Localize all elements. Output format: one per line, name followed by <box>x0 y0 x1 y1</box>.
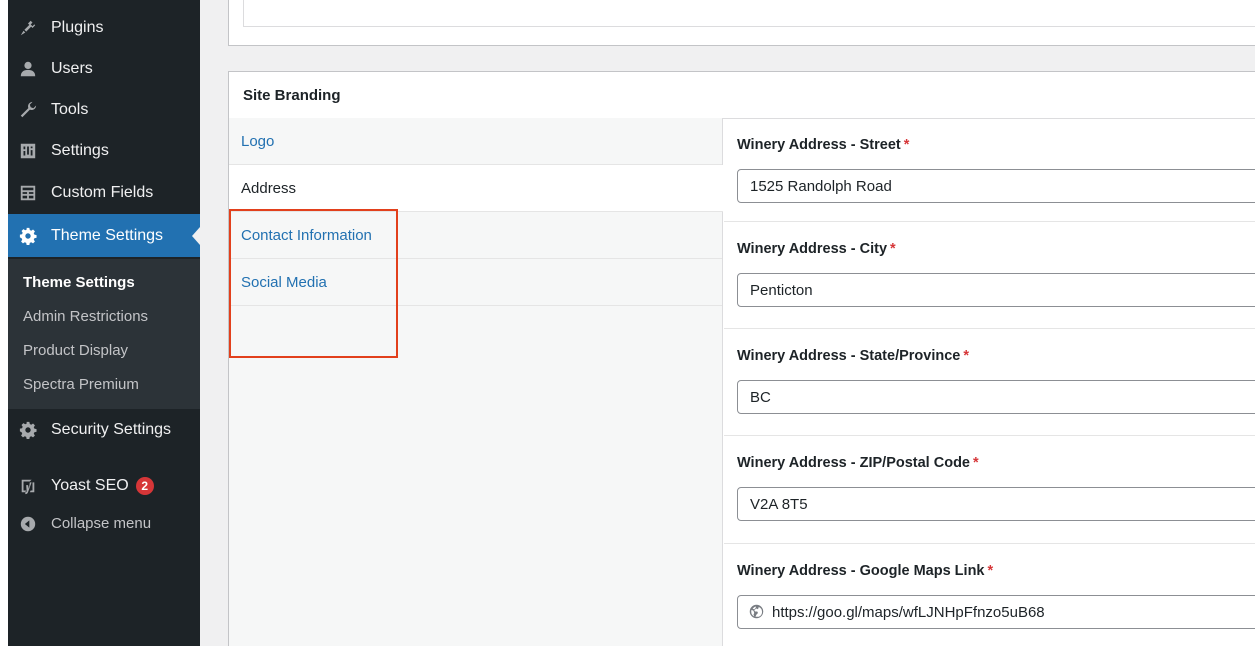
field-label: Winery Address - Google Maps Link * <box>737 563 994 579</box>
zip-input[interactable] <box>737 487 1255 521</box>
required-asterisk: * <box>903 137 910 153</box>
sidebar-item-label: Theme Settings <box>51 226 164 244</box>
field-label: Winery Address - State/Province * <box>737 348 970 364</box>
field-label: Winery Address - City * <box>737 241 896 257</box>
tab-social-media[interactable]: Social Media <box>229 259 722 306</box>
field-label: Winery Address - Street * <box>737 137 910 153</box>
submenu-item-spectra-premium[interactable]: Spectra Premium <box>8 373 200 407</box>
sidebar-item-label: Custom Fields <box>51 183 154 201</box>
sidebar-item-label: Tools <box>51 100 89 118</box>
sidebar-item-plugins[interactable]: Plugins <box>8 7 200 48</box>
field-google-maps-link: Winery Address - Google Maps Link * <box>724 544 1255 646</box>
sidebar-item-label: Settings <box>51 141 109 159</box>
branding-tabs: Logo Address Contact Information Social … <box>229 118 723 646</box>
google-maps-link-input[interactable] <box>737 595 1255 629</box>
sidebar-item-label: Collapse menu <box>51 515 152 532</box>
field-street: Winery Address - Street * <box>724 118 1255 222</box>
tab-address[interactable]: Address <box>229 165 723 212</box>
collapse-menu-button[interactable]: Collapse menu <box>8 503 200 544</box>
city-input[interactable] <box>737 273 1255 307</box>
site-branding-panel: Site Branding Logo Address Contact Infor… <box>228 71 1255 646</box>
gear-icon <box>18 420 38 440</box>
wrench-icon <box>18 100 38 120</box>
panel-title: Site Branding <box>229 72 1255 119</box>
window-edge <box>0 0 8 646</box>
theme-settings-submenu: Theme Settings Admin Restrictions Produc… <box>8 259 200 409</box>
plugin-icon <box>18 18 38 38</box>
sidebar-item-label: Users <box>51 59 93 77</box>
sidebar-item-label: Yoast SEO <box>51 476 129 494</box>
submenu-item-product-display[interactable]: Product Display <box>8 339 200 373</box>
field-state: Winery Address - State/Province * <box>724 329 1255 436</box>
sidebar-item-theme-settings[interactable]: Theme Settings <box>8 214 200 257</box>
sidebar-item-label: Security Settings <box>51 420 172 438</box>
tab-contact-information[interactable]: Contact Information <box>229 212 722 259</box>
url-field-wrapper <box>737 595 1255 629</box>
gear-icon <box>18 226 38 246</box>
users-icon <box>18 59 38 79</box>
address-fields: Winery Address - Street* Winery Address … <box>724 118 1255 646</box>
sidebar-item-yoast-seo[interactable]: Yoast SEO 2 <box>8 465 200 506</box>
sidebar-item-tools[interactable]: Tools <box>8 89 200 130</box>
field-label: Winery Address - ZIP/Postal Code * <box>737 455 979 471</box>
street-input[interactable] <box>737 169 1255 203</box>
required-asterisk: * <box>987 563 994 579</box>
field-city: Winery Address - City * <box>724 222 1255 329</box>
required-asterisk: * <box>963 348 970 364</box>
sidebar-item-users[interactable]: Users <box>8 48 200 89</box>
yoast-icon <box>18 476 38 496</box>
previous-panel-field <box>243 0 1255 27</box>
tab-logo[interactable]: Logo <box>229 118 722 165</box>
submenu-item-theme-settings[interactable]: Theme Settings <box>8 271 200 305</box>
submenu-item-admin-restrictions[interactable]: Admin Restrictions <box>8 305 200 339</box>
sidebar-item-label: Plugins <box>51 18 104 36</box>
sidebar-item-settings[interactable]: Settings <box>8 130 200 171</box>
state-input[interactable] <box>737 380 1255 414</box>
required-asterisk: * <box>890 241 896 257</box>
sidebar-item-security-settings[interactable]: Security Settings <box>8 409 200 450</box>
globe-icon <box>749 604 764 619</box>
collapse-icon <box>18 514 38 534</box>
settings-icon <box>18 141 38 161</box>
sidebar-item-custom-fields[interactable]: Custom Fields <box>8 172 200 213</box>
required-asterisk: * <box>973 455 979 471</box>
admin-sidebar: Plugins Users Tools Settings Custom Fiel… <box>8 0 200 646</box>
custom-fields-icon <box>18 183 38 203</box>
field-zip: Winery Address - ZIP/Postal Code * <box>724 436 1255 544</box>
previous-panel <box>228 0 1255 46</box>
notification-badge: 2 <box>135 476 154 495</box>
